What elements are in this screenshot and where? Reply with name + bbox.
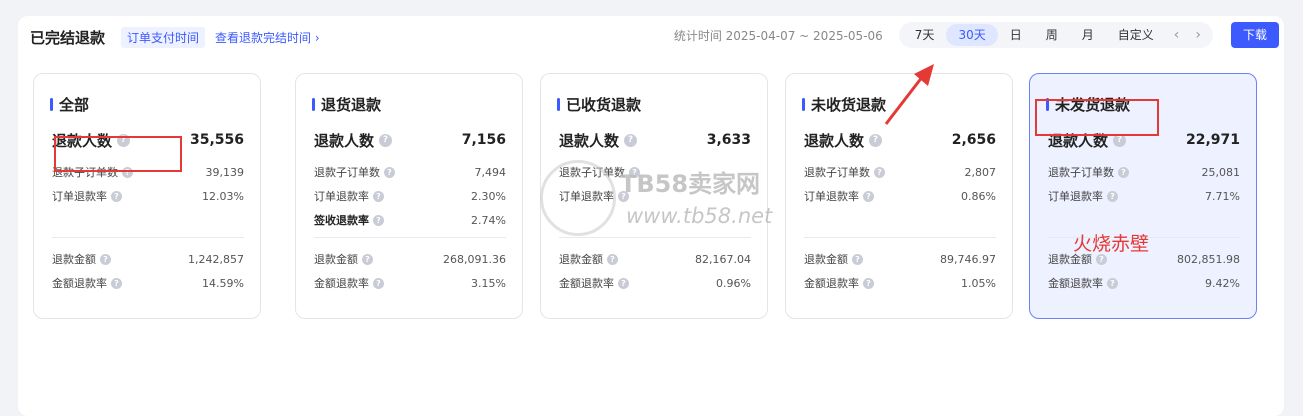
amount-metric: 退款金额? 268,091.36: [314, 252, 506, 267]
card-all[interactable]: 全部 退款人数? 35,556 退款子订单数? 39,139 订单退款率? 12…: [33, 73, 261, 319]
help-icon[interactable]: ?: [874, 166, 885, 178]
card-title: 全部: [50, 94, 89, 115]
amount-metric: 退款金额? 1,242,857: [52, 252, 244, 267]
help-icon[interactable]: ?: [863, 190, 874, 202]
range-custom[interactable]: 自定义: [1106, 24, 1166, 46]
main-metric: 退款人数? 7,156: [314, 131, 506, 150]
page-title: 已完结退款: [30, 28, 106, 47]
main-metric: 退款人数? 2,656: [804, 131, 996, 150]
help-icon[interactable]: ?: [100, 253, 111, 265]
sub-metric: 订单退款率? 12.03%: [52, 189, 244, 204]
main-value: 3,633: [706, 132, 751, 148]
sub-metric: 退款子订单数? 25,081: [1048, 165, 1240, 180]
help-icon[interactable]: ?: [373, 214, 384, 226]
range-selector: 7天 30天 日 周 月 自定义 ‹ ›: [898, 22, 1213, 48]
help-icon[interactable]: ?: [618, 277, 629, 289]
divider: [314, 237, 506, 238]
divider: [52, 237, 244, 238]
help-icon[interactable]: ?: [1107, 190, 1118, 202]
annotation-arrow-icon: [884, 64, 934, 125]
amount-rate-metric: 金额退款率? 9.42%: [1048, 276, 1240, 291]
range-day[interactable]: 日: [998, 24, 1034, 46]
accent-bar: [312, 98, 315, 111]
view-refund-complete-time-link[interactable]: 查看退款完结时间 ›: [215, 29, 320, 46]
help-icon[interactable]: ?: [111, 190, 122, 202]
range-7d[interactable]: 7天: [903, 24, 947, 46]
range-30d[interactable]: 30天: [946, 24, 998, 46]
divider: [804, 237, 996, 238]
sub-metric: 订单退款率? 0.86%: [804, 189, 996, 204]
help-icon[interactable]: ?: [111, 277, 122, 289]
divider: [559, 237, 751, 238]
help-icon[interactable]: ?: [373, 277, 384, 289]
sub-metric: 订单退款率? 7.71%: [1048, 189, 1240, 204]
card-return-refund[interactable]: 退货退款 退款人数? 7,156 退款子订单数? 7,494 订单退款率? 2.…: [295, 73, 523, 319]
card-title: 未收货退款: [802, 94, 886, 115]
help-icon[interactable]: ?: [852, 253, 863, 265]
panel-header: 已完结退款 订单支付时间 查看退款完结时间 ›: [30, 26, 320, 48]
help-icon[interactable]: ?: [379, 133, 393, 147]
help-icon[interactable]: ?: [1107, 277, 1118, 289]
amount-metric: 退款金额? 89,746.97: [804, 252, 996, 267]
amount-rate-metric: 金额退款率? 14.59%: [52, 276, 244, 291]
stat-time-range: 统计时间 2025-04-07 ~ 2025-05-06: [673, 28, 883, 43]
sub-metric: 订单退款率? 2.30%: [314, 189, 506, 204]
annotation-box: [1035, 99, 1159, 136]
chevron-right-icon[interactable]: ›: [1187, 27, 1209, 43]
card-title: 退货退款: [312, 94, 381, 115]
main-metric: 退款人数? 3,633: [559, 131, 751, 150]
help-icon[interactable]: ?: [863, 277, 874, 289]
amount-metric: 退款金额? 82,167.04: [559, 252, 751, 267]
range-month[interactable]: 月: [1070, 24, 1106, 46]
range-week[interactable]: 周: [1034, 24, 1070, 46]
time-controls: 统计时间 2025-04-07 ~ 2025-05-06 7天 30天 日 周 …: [674, 22, 1279, 48]
amount-rate-metric: 金额退款率? 3.15%: [314, 276, 506, 291]
sub-metric: 退款子订单数? 2,807: [804, 165, 996, 180]
sub-metric: 退款子订单数? 7,494: [314, 165, 506, 180]
accent-bar: [557, 98, 560, 111]
watermark-url: www.tb58.net: [626, 204, 773, 228]
watermark-logo-icon: [540, 160, 616, 236]
card-title: 已收货退款: [557, 94, 641, 115]
help-icon[interactable]: ?: [869, 133, 883, 147]
annotation-box: [54, 136, 182, 172]
main-value: 22,971: [1185, 132, 1240, 148]
help-icon[interactable]: ?: [607, 253, 618, 265]
help-icon[interactable]: ?: [384, 166, 395, 178]
help-icon[interactable]: ?: [362, 253, 373, 265]
main-value: 35,556: [189, 132, 244, 148]
tab-order-pay-time[interactable]: 订单支付时间: [121, 26, 206, 48]
main-value: 2,656: [951, 132, 996, 148]
chevron-right-icon: ›: [314, 30, 320, 45]
help-icon[interactable]: ?: [1118, 166, 1129, 178]
chevron-left-icon[interactable]: ‹: [1166, 27, 1188, 43]
download-button[interactable]: 下载: [1231, 22, 1279, 48]
sub-metric: 签收退款率? 2.74%: [314, 213, 506, 228]
amount-rate-metric: 金额退款率? 1.05%: [804, 276, 996, 291]
main-value: 7,156: [461, 132, 506, 148]
annotation-text: 火烧赤壁: [1073, 233, 1150, 255]
accent-bar: [50, 98, 53, 111]
help-icon[interactable]: ?: [624, 133, 638, 147]
accent-bar: [802, 98, 805, 111]
amount-rate-metric: 金额退款率? 0.96%: [559, 276, 751, 291]
watermark-text: TB58卖家网: [620, 170, 761, 198]
help-icon[interactable]: ?: [373, 190, 384, 202]
